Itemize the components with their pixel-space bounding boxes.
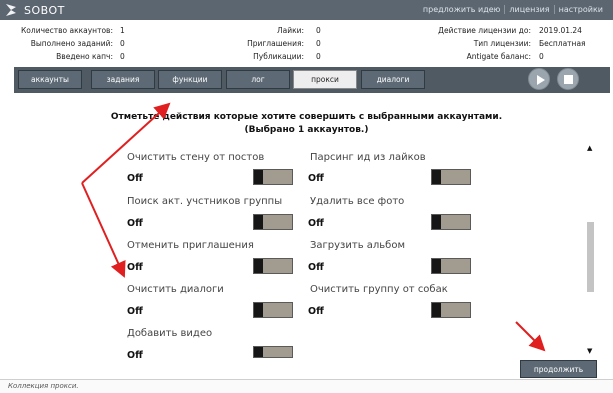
- continue-button[interactable]: продолжить: [520, 360, 597, 378]
- license-until-value: 2019.01.24: [539, 26, 582, 35]
- option-find-active-label: Поиск акт. учстников группы: [127, 196, 283, 207]
- toggle-knob: [254, 259, 263, 273]
- toggle-knob: [254, 303, 263, 317]
- accounts-label: Количество аккаунтов:: [20, 26, 113, 35]
- option-upload-album-toggle[interactable]: [431, 258, 471, 274]
- option-clear-wall-toggle[interactable]: [253, 169, 293, 185]
- option-find-active-state: Off: [127, 218, 143, 229]
- option-clear-wall-state: Off: [127, 173, 143, 184]
- suggest-idea-link[interactable]: предложить идею: [419, 5, 504, 14]
- posts-label: Публикации:: [253, 52, 304, 61]
- captcha-label: Введено капч:: [56, 52, 113, 61]
- arrow-to-continue: [515, 321, 546, 352]
- option-find-active-toggle[interactable]: [253, 214, 293, 230]
- option-clear-wall-label: Очистить стену от постов: [127, 152, 265, 163]
- option-delete-photos-state: Off: [308, 218, 324, 229]
- settings-link[interactable]: настройки: [553, 5, 607, 14]
- invites-value: 0: [316, 39, 321, 48]
- option-add-video-state: Off: [127, 350, 143, 361]
- toggle-knob: [432, 215, 441, 229]
- accounts-value: 1: [120, 26, 125, 35]
- arrow-to-clear-dialogs: [81, 182, 126, 278]
- title-bar: SOBOT предложить идею лицензия настройки: [0, 0, 613, 20]
- license-until-label: Действие лицензии до:: [438, 26, 531, 35]
- tasks-value: 0: [120, 39, 125, 48]
- selected-count: (Выбрано 1 аккаунтов.): [244, 125, 369, 135]
- toggle-knob: [254, 215, 263, 229]
- option-cancel-invites-label: Отменить приглашения: [127, 240, 254, 251]
- status-bar: Коллекция прокси.: [0, 379, 613, 393]
- invites-label: Приглашения:: [247, 39, 304, 48]
- license-link[interactable]: лицензия: [504, 5, 553, 14]
- captcha-value: 0: [120, 52, 125, 61]
- option-cancel-invites-toggle[interactable]: [253, 258, 293, 274]
- option-add-video-label: Добавить видео: [127, 328, 213, 339]
- toggle-knob: [432, 259, 441, 273]
- antigate-label: Antigate баланс:: [466, 52, 531, 61]
- option-delete-photos-label: Удалить все фото: [310, 196, 405, 207]
- option-upload-album-state: Off: [308, 262, 324, 273]
- option-clear-dialogs-state: Off: [127, 306, 143, 317]
- tab-log[interactable]: лог: [226, 70, 290, 89]
- tab-dialogs[interactable]: диалоги: [361, 70, 425, 89]
- toggle-knob: [254, 170, 263, 184]
- option-add-video-toggle[interactable]: [253, 346, 293, 358]
- play-button[interactable]: [528, 68, 550, 90]
- posts-value: 0: [316, 52, 321, 61]
- tasks-label: Выполнено заданий:: [30, 39, 113, 48]
- scroll-up-icon[interactable]: ▲: [587, 144, 592, 152]
- play-icon: [537, 75, 545, 85]
- option-clear-dialogs-toggle[interactable]: [253, 302, 293, 318]
- top-links: предложить идею лицензия настройки: [419, 5, 607, 14]
- logo-icon: [6, 4, 16, 16]
- scroll-down-icon[interactable]: ▼: [587, 347, 592, 355]
- stop-button[interactable]: [557, 68, 579, 90]
- toggle-knob: [432, 303, 441, 317]
- app-title: SOBOT: [24, 4, 65, 17]
- option-parse-likes-toggle[interactable]: [431, 169, 471, 185]
- option-upload-album-label: Загрузить альбом: [310, 240, 406, 251]
- antigate-value: 0: [539, 52, 544, 61]
- license-type-value: Бесплатная: [539, 39, 586, 48]
- instruction-heading: Отметьте действия которые хотите соверши…: [110, 112, 503, 122]
- option-parse-likes-label: Парсинг ид из лайков: [310, 152, 426, 163]
- tab-functions[interactable]: функции: [158, 70, 222, 89]
- option-clean-group-label: Очистить группу от собак: [310, 284, 448, 295]
- likes-label: Лайки:: [276, 26, 304, 35]
- option-clean-group-state: Off: [308, 306, 324, 317]
- tab-tasks[interactable]: задания: [91, 70, 155, 89]
- status-text: Коллекция прокси.: [8, 382, 79, 390]
- option-clean-group-toggle[interactable]: [431, 302, 471, 318]
- option-parse-likes-state: Off: [308, 173, 324, 184]
- toggle-knob: [254, 347, 263, 357]
- stop-icon: [564, 75, 573, 84]
- tab-accounts[interactable]: аккаунты: [18, 70, 82, 89]
- likes-value: 0: [316, 26, 321, 35]
- license-type-label: Тип лицензии:: [473, 39, 531, 48]
- toggle-knob: [432, 170, 441, 184]
- option-delete-photos-toggle[interactable]: [431, 214, 471, 230]
- tab-proxy[interactable]: прокси: [293, 70, 357, 89]
- scrollbar-thumb[interactable]: [587, 222, 594, 292]
- option-cancel-invites-state: Off: [127, 262, 143, 273]
- option-clear-dialogs-label: Очистить диалоги: [127, 284, 224, 295]
